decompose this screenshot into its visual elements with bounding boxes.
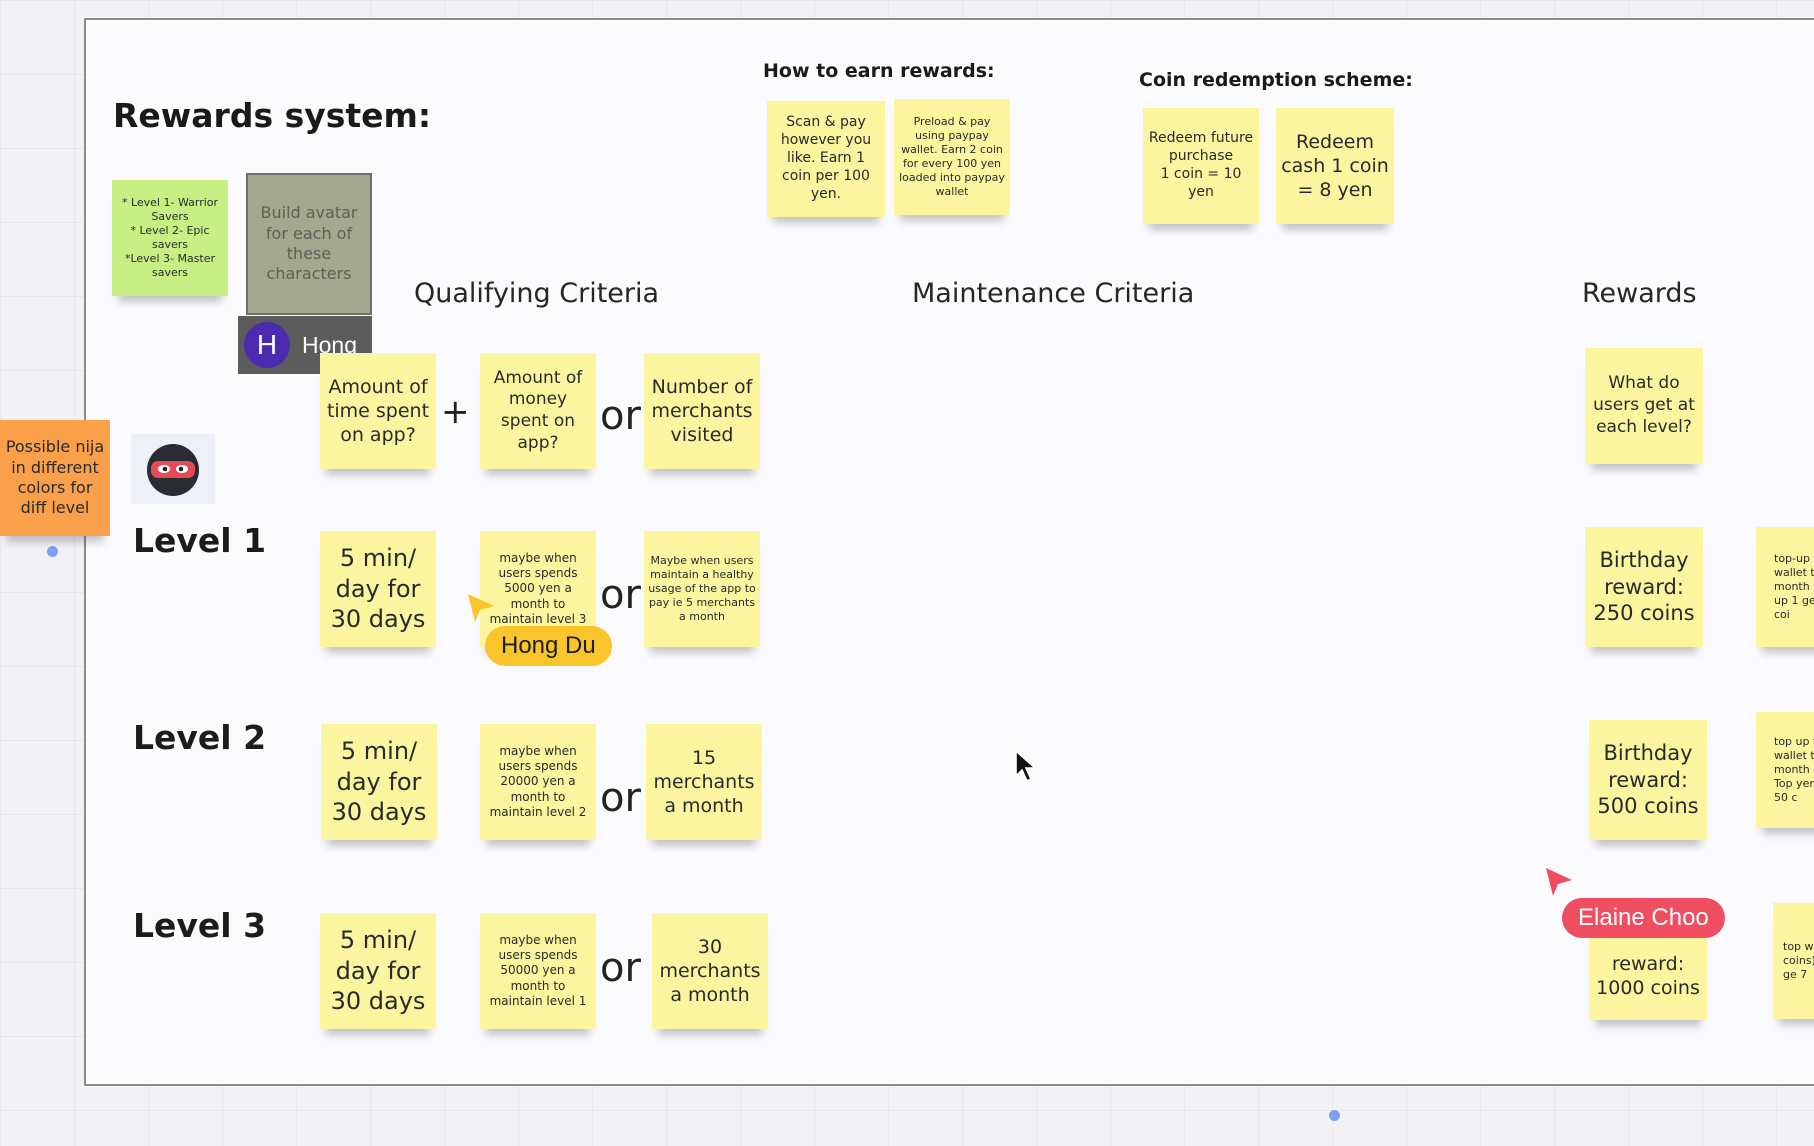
level-1-reward-note[interactable]: Birthday reward: 250 coins bbox=[1585, 527, 1703, 647]
money-criteria-note[interactable]: Amount of money spent on app? bbox=[480, 353, 596, 469]
level-2-reward-note[interactable]: Birthday reward: 500 coins bbox=[1589, 720, 1707, 840]
level-3-label: Level 3 bbox=[133, 906, 267, 945]
ninja-icon[interactable] bbox=[131, 434, 215, 504]
level-3-merchants-note[interactable]: 30 merchants a month bbox=[652, 913, 768, 1029]
level-1-merchants-note[interactable]: Maybe when users maintain a healthy usag… bbox=[644, 531, 760, 647]
level-1-extra-note[interactable]: top-up t wallet t month (5 (Top up 1 get… bbox=[1756, 527, 1814, 647]
hong-du-cursor-icon bbox=[468, 594, 494, 622]
rewards-header: Rewards bbox=[1582, 278, 1697, 309]
mouse-pointer-icon bbox=[1015, 750, 1038, 783]
redeem-future-note[interactable]: Redeem future purchase 1 coin = 10 yen bbox=[1143, 108, 1259, 224]
level-1-label: Level 1 bbox=[133, 521, 267, 560]
level-2-label: Level 2 bbox=[133, 718, 267, 757]
elaine-cursor-tag: Elaine Choo bbox=[1562, 898, 1725, 938]
level-2-merchants-note[interactable]: 15 merchants a month bbox=[646, 724, 762, 840]
maintenance-header: Maintenance Criteria bbox=[912, 278, 1195, 309]
avatar-note[interactable]: Build avatar for each of these character… bbox=[246, 173, 372, 315]
level-2-time-note[interactable]: 5 min/ day for 30 days bbox=[321, 724, 437, 840]
or-label: or bbox=[600, 393, 641, 439]
level-2-extra-note[interactable]: top up t wallet t month coins) Top yen g… bbox=[1756, 712, 1814, 828]
level-1-or: or bbox=[600, 572, 641, 618]
level-3-money-note[interactable]: maybe when users spends 50000 yen a mont… bbox=[480, 913, 596, 1029]
connector-dot[interactable] bbox=[47, 546, 58, 557]
earn-scan-note[interactable]: Scan & pay however you like. Earn 1 coin… bbox=[767, 101, 885, 217]
levels-note[interactable]: * Level 1- Warrior Savers * Level 2- Epi… bbox=[112, 180, 228, 296]
redeem-heading: Coin redemption scheme: bbox=[1139, 69, 1413, 91]
level-3-extra-note[interactable]: top wall mo coins) yen ge 7 bbox=[1773, 903, 1814, 1019]
hong-du-cursor-tag: Hong Du bbox=[485, 626, 612, 666]
earn-heading: How to earn rewards: bbox=[763, 60, 995, 82]
connector-dot-bottom[interactable] bbox=[1329, 1110, 1340, 1121]
plus-sign: + bbox=[441, 392, 470, 432]
time-criteria-note[interactable]: Amount of time spent on app? bbox=[320, 353, 436, 469]
qualifying-header: Qualifying Criteria bbox=[414, 278, 660, 309]
board-title: Rewards system: bbox=[113, 96, 432, 135]
ninja-note[interactable]: Possible nija in different colors for di… bbox=[0, 420, 110, 536]
level-2-money-note[interactable]: maybe when users spends 20000 yen a mont… bbox=[480, 724, 596, 840]
level-3-or: or bbox=[600, 945, 641, 991]
level-2-or: or bbox=[600, 775, 641, 821]
level-3-time-note[interactable]: 5 min/ day for 30 days bbox=[320, 913, 436, 1029]
merchants-criteria-note[interactable]: Number of merchants visited bbox=[644, 353, 760, 469]
elaine-cursor-icon bbox=[1546, 868, 1572, 896]
earn-preload-note[interactable]: Preload & pay using paypay wallet. Earn … bbox=[894, 99, 1010, 215]
hong-avatar: H bbox=[244, 322, 290, 368]
rewards-question-note[interactable]: What do users get at each level? bbox=[1585, 348, 1703, 464]
redeem-cash-note[interactable]: Redeem cash 1 coin = 8 yen bbox=[1276, 108, 1394, 224]
level-1-time-note[interactable]: 5 min/ day for 30 days bbox=[320, 531, 436, 647]
